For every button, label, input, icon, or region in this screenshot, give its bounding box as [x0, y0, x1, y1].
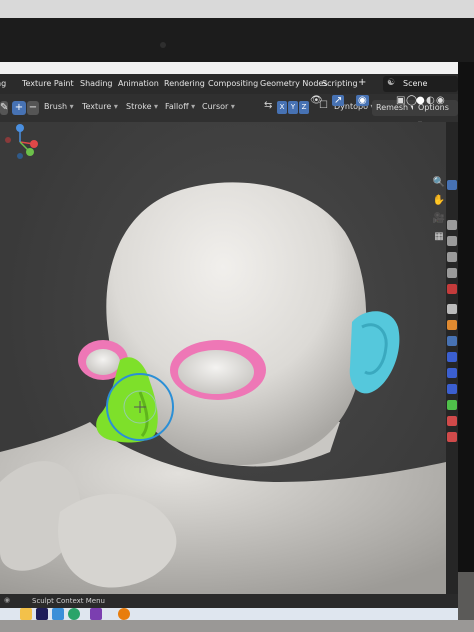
world-icon[interactable]: [447, 284, 457, 294]
explorer-icon[interactable]: [20, 608, 32, 620]
left-eyeball: [86, 349, 120, 375]
collection-icon[interactable]: [447, 304, 457, 314]
sculpt-tool-header: ✎ + − Brush Texture Stroke Falloff Curso…: [0, 94, 458, 128]
tab-animation[interactable]: Animation: [118, 79, 159, 88]
texture-dropdown[interactable]: Texture: [82, 102, 118, 111]
scene-icon[interactable]: [447, 268, 457, 278]
grid-view-icon[interactable]: ▦: [432, 230, 446, 244]
pan-hand-icon[interactable]: ✋: [432, 194, 446, 208]
scene-selector[interactable]: ☯ Scene: [383, 76, 458, 92]
right-eyeball: [178, 350, 254, 394]
tab-geometry-nodes[interactable]: Geometry Nodes: [260, 79, 327, 88]
tab-compositing[interactable]: Compositing: [208, 79, 258, 88]
webcam: [160, 42, 166, 48]
tool-icon[interactable]: [447, 180, 457, 190]
axis-z-toggle[interactable]: Z: [299, 101, 309, 114]
view-layer-icon[interactable]: [447, 252, 457, 262]
edge-icon[interactable]: [68, 608, 80, 620]
add-mode-button[interactable]: +: [12, 101, 26, 115]
cursor-dropdown[interactable]: Cursor: [202, 102, 235, 111]
photos-icon[interactable]: [52, 608, 64, 620]
particles-icon[interactable]: [447, 352, 457, 362]
after-effects-icon[interactable]: [36, 608, 48, 620]
tab-texture-paint[interactable]: Texture Paint: [22, 79, 74, 88]
properties-tab-strip: [446, 122, 458, 594]
render-icon[interactable]: [447, 220, 457, 230]
sculpt-render: [0, 182, 446, 594]
brush-icon[interactable]: ✎: [0, 101, 8, 115]
blender-icon[interactable]: [118, 608, 130, 620]
object-icon[interactable]: [447, 320, 457, 330]
gizmo-toggle-icon[interactable]: ↗: [332, 95, 345, 106]
status-hint: Sculpt Context Menu: [32, 597, 105, 605]
laptop-bezel-top: [0, 0, 474, 62]
data-icon[interactable]: [447, 400, 457, 410]
solid-shading-icon[interactable]: ●: [416, 95, 425, 106]
3d-viewport[interactable]: 🔍 ✋ 🎥 ▦: [0, 122, 446, 594]
tab-rendering[interactable]: Rendering: [164, 79, 205, 88]
falloff-dropdown[interactable]: Falloff: [165, 102, 195, 111]
blender-window: ng Texture Paint Shading Animation Rende…: [0, 62, 458, 620]
camera-view-icon[interactable]: 🎥: [432, 212, 446, 226]
output-icon[interactable]: [447, 236, 457, 246]
material-shading-icon[interactable]: ◐: [426, 95, 435, 106]
tab-shading[interactable]: Shading: [80, 79, 113, 88]
modifier-icon[interactable]: [447, 336, 457, 346]
add-workspace-button[interactable]: +: [358, 77, 366, 88]
windows-taskbar: [0, 608, 458, 620]
subtract-mode-button[interactable]: −: [27, 101, 39, 115]
zoom-icon[interactable]: 🔍: [432, 176, 446, 190]
material-icon[interactable]: [447, 416, 457, 426]
desk-surface: [0, 620, 474, 632]
scene-label: Scene: [403, 79, 428, 88]
rendered-shading-icon[interactable]: ◉: [436, 95, 445, 106]
onenote-icon[interactable]: [90, 608, 102, 620]
status-bar: ◉ Sculpt Context Menu: [0, 594, 458, 608]
symmetry-icon[interactable]: ⇆: [264, 100, 272, 111]
view-object-types-icon[interactable]: 👁: [310, 95, 323, 106]
workspace-tabs-bar: ng Texture Paint Shading Animation Rende…: [0, 74, 458, 94]
axis-y-toggle[interactable]: Y: [288, 101, 298, 114]
overlays-toggle-icon[interactable]: ◉: [356, 95, 369, 106]
mouse-icon: ◉: [4, 596, 11, 604]
tab-scripting[interactable]: Scripting: [322, 79, 358, 88]
axis-x-toggle[interactable]: X: [277, 101, 287, 114]
constraints-icon[interactable]: [447, 384, 457, 394]
laptop-bezel-right: [458, 62, 474, 572]
window-title-strip: [0, 62, 458, 74]
xray-toggle-icon[interactable]: ▣: [396, 95, 405, 106]
brush-dropdown[interactable]: Brush: [44, 102, 74, 111]
texture-icon[interactable]: [447, 432, 457, 442]
stroke-dropdown[interactable]: Stroke: [126, 102, 158, 111]
navigation-gizmo[interactable]: [0, 122, 40, 162]
physics-icon[interactable]: [447, 368, 457, 378]
scene-icon: ☯: [387, 78, 396, 88]
tab-sculpting-partial[interactable]: ng: [0, 79, 6, 88]
